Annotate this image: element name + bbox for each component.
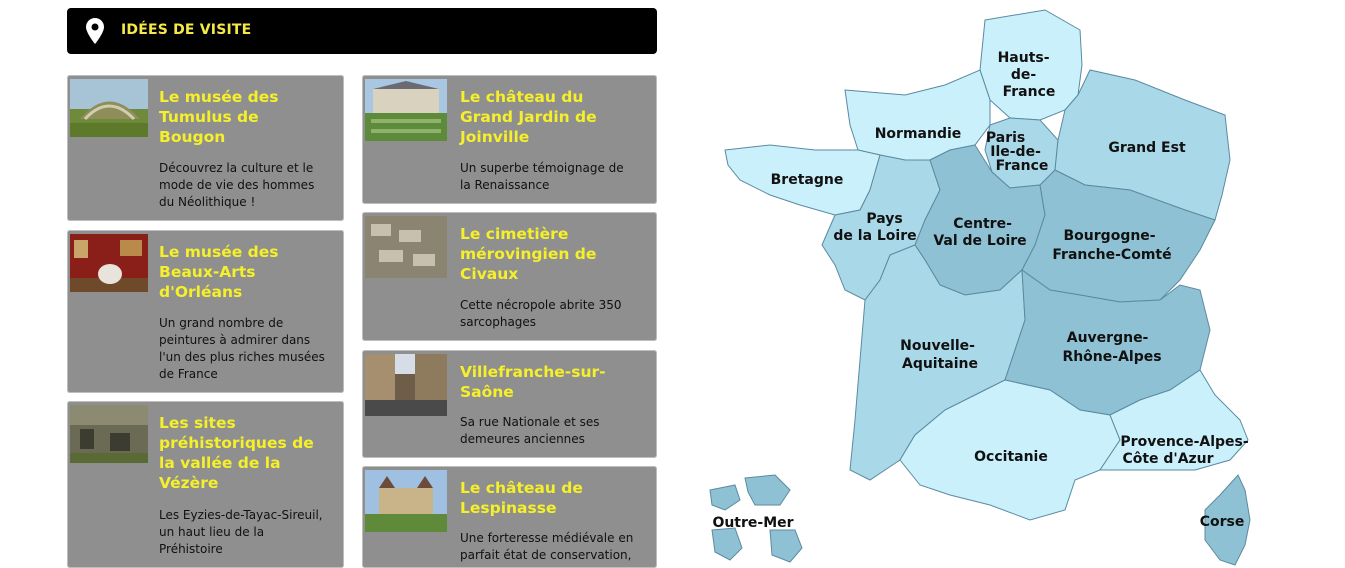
card-thumbnail: [365, 354, 447, 416]
card-description: Un superbe témoignage de la Renaissance: [460, 161, 624, 192]
ideas-header: IDÉES DE VISITE: [67, 8, 657, 54]
visit-card-beaux-arts-orleans[interactable]: Le musée des Beaux-Arts d'Orléans Un grand…: [67, 230, 344, 393]
card-thumbnail: [365, 216, 447, 278]
card-thumbnail: [70, 405, 148, 463]
visit-card-chateau-lespinasse[interactable]: Le château de Lespinasse Une forteresse m…: [362, 466, 657, 568]
card-thumbnail: [70, 79, 148, 137]
card-title[interactable]: Le musée des Tumulus de Bougon: [159, 87, 338, 147]
region-corse[interactable]: [1204, 474, 1251, 566]
visit-card-villefranche-sur-saone[interactable]: Villefranche-sur- Saône Sa rue Nationale …: [362, 350, 657, 458]
card-title[interactable]: Le château de Lespinasse: [460, 478, 651, 518]
visit-card-vallee-vezere[interactable]: Les sites préhistoriques de la vallée de l…: [67, 401, 344, 568]
card-description: Découvrez la culture et le mode de vie de…: [159, 161, 315, 209]
location-pin-icon: [86, 18, 104, 44]
card-title[interactable]: Les sites préhistoriques de la vallée de l…: [159, 413, 338, 493]
card-title[interactable]: Le musée des Beaux-Arts d'Orléans: [159, 242, 338, 302]
region-outre-mer[interactable]: [709, 474, 803, 563]
card-thumbnail: [365, 79, 447, 141]
card-title[interactable]: Le château du Grand Jardin de Joinville: [460, 87, 651, 147]
card-title[interactable]: Villefranche-sur- Saône: [460, 362, 651, 402]
visit-card-tumulus-bougon[interactable]: Le musée des Tumulus de Bougon Découvrez l…: [67, 75, 344, 221]
card-thumbnail: [70, 234, 148, 292]
card-description: Cette nécropole abrite 350 sarcophages: [460, 298, 622, 329]
france-regions-map: Hauts- de- France Normandie Paris Ile-de…: [709, 9, 1251, 566]
card-description: Les Eyzies-de-Tayac-Sireuil, un haut lieu…: [159, 508, 323, 556]
visit-card-grand-jardin-joinville[interactable]: Le château du Grand Jardin de Joinville Un…: [362, 75, 657, 204]
card-description: Une forteresse médiévale en parfait état …: [460, 531, 634, 562]
visit-card-cimetiere-civaux[interactable]: Le cimetière mérovingien de Civaux Cette n…: [362, 212, 657, 341]
region-hauts-de-france[interactable]: [979, 9, 1083, 121]
card-description: Sa rue Nationale et ses demeures ancienne…: [460, 415, 600, 446]
card-thumbnail: [365, 470, 447, 532]
card-description: Un grand nombre de peintures à admirer da…: [159, 316, 325, 381]
card-title[interactable]: Le cimetière mérovingien de Civaux: [460, 224, 651, 284]
header-title: IDÉES DE VISITE: [121, 22, 252, 38]
region-bretagne[interactable]: [724, 144, 881, 216]
